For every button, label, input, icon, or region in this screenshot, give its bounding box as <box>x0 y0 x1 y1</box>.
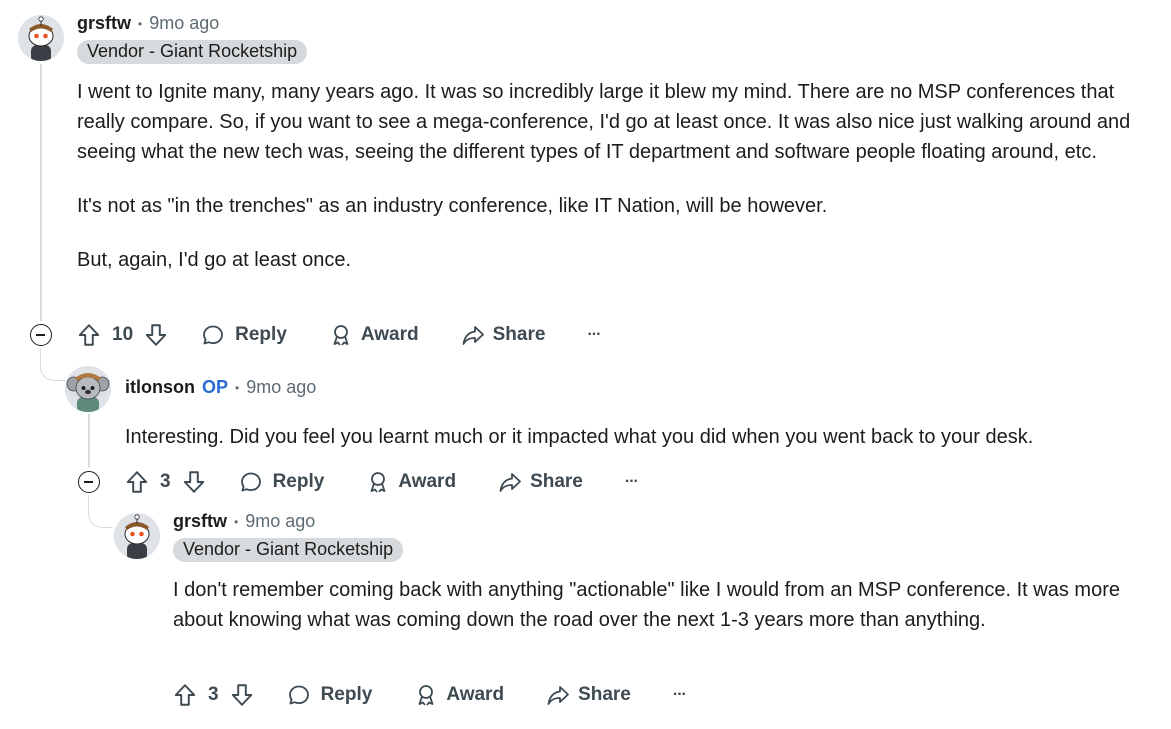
comment-paragraph: I went to Ignite many, many years ago. I… <box>77 81 1131 163</box>
collapse-thread-button[interactable] <box>30 324 52 346</box>
avatar[interactable] <box>114 513 160 559</box>
comment-actions: 10 Reply Award Share ··· <box>76 318 601 352</box>
user-flair: Vendor - Giant Rocketship <box>173 538 404 562</box>
reply-label: Reply <box>320 684 373 705</box>
vote-count: 3 <box>160 471 171 492</box>
snoo-avatar-icon <box>114 513 160 559</box>
avatar[interactable] <box>65 366 111 412</box>
share-icon <box>498 470 522 494</box>
koala-avatar-icon <box>65 366 111 412</box>
comment-timestamp[interactable]: 9mo ago <box>246 377 316 398</box>
share-button[interactable]: Share <box>546 683 631 707</box>
more-options-button[interactable]: ··· <box>625 473 639 491</box>
award-label: Award <box>446 684 505 705</box>
collapse-thread-button[interactable] <box>78 471 100 493</box>
reply-label: Reply <box>272 471 325 492</box>
meta-separator: • <box>138 16 143 31</box>
share-label: Share <box>492 324 546 345</box>
downvote-icon[interactable] <box>181 469 207 495</box>
comment-timestamp[interactable]: 9mo ago <box>245 511 315 532</box>
award-label: Award <box>398 471 457 492</box>
upvote-icon[interactable] <box>124 469 150 495</box>
comment-paragraph: Interesting. Did you feel you learnt muc… <box>125 426 1034 448</box>
snoo-avatar-icon <box>18 15 64 61</box>
comment-paragraph: I don't remember coming back with anythi… <box>173 579 1120 631</box>
meta-separator: • <box>235 380 240 395</box>
user-flair: Vendor - Giant Rocketship <box>77 40 308 64</box>
reply-button[interactable]: Reply <box>287 683 373 707</box>
comment-paragraph: But, again, I'd go at least once. <box>77 249 352 271</box>
share-button[interactable]: Share <box>498 470 583 494</box>
downvote-icon[interactable] <box>229 682 255 708</box>
comment-actions: 3 Reply Award Share ··· <box>172 678 687 712</box>
share-icon <box>546 683 570 707</box>
share-label: Share <box>530 471 583 492</box>
comment-body: Interesting. Did you feel you learnt muc… <box>125 422 1155 452</box>
downvote-icon[interactable] <box>143 322 169 348</box>
award-icon <box>414 683 438 707</box>
vote-count: 3 <box>208 684 219 705</box>
comment-author[interactable]: grsftw <box>173 511 227 532</box>
avatar[interactable] <box>18 15 64 61</box>
more-options-button[interactable]: ··· <box>587 326 601 344</box>
comment-bubble-icon <box>287 683 311 707</box>
award-button[interactable]: Award <box>414 683 504 707</box>
reply-button[interactable]: Reply <box>239 470 325 494</box>
comment-timestamp[interactable]: 9mo ago <box>149 13 219 34</box>
meta-separator: • <box>234 514 239 529</box>
share-icon <box>461 323 485 347</box>
comment-body: I don't remember coming back with anythi… <box>173 575 1133 635</box>
thread-line[interactable] <box>88 414 90 468</box>
reply-button[interactable]: Reply <box>201 323 287 347</box>
more-options-button[interactable]: ··· <box>673 686 687 704</box>
award-button[interactable]: Award <box>366 470 456 494</box>
comment-actions: 3 Reply Award Share ··· <box>124 465 639 499</box>
comment-author[interactable]: itlonson <box>125 377 195 398</box>
share-button[interactable]: Share <box>461 323 546 347</box>
share-label: Share <box>578 684 631 705</box>
thread-branch <box>88 495 113 528</box>
upvote-icon[interactable] <box>172 682 198 708</box>
comment-bubble-icon <box>239 470 263 494</box>
comment-body: I went to Ignite many, many years ago. I… <box>77 77 1137 275</box>
comment-bubble-icon <box>201 323 225 347</box>
comment-author[interactable]: grsftw <box>77 13 131 34</box>
award-icon <box>366 470 390 494</box>
vote-count: 10 <box>112 324 134 345</box>
award-icon <box>329 323 353 347</box>
upvote-icon[interactable] <box>76 322 102 348</box>
op-badge: OP <box>202 377 229 397</box>
thread-branch <box>40 348 65 381</box>
award-label: Award <box>360 324 419 345</box>
award-button[interactable]: Award <box>329 323 419 347</box>
thread-line[interactable] <box>40 64 42 321</box>
reply-label: Reply <box>235 324 287 345</box>
comment-paragraph: It's not as "in the trenches" as an indu… <box>77 195 828 217</box>
